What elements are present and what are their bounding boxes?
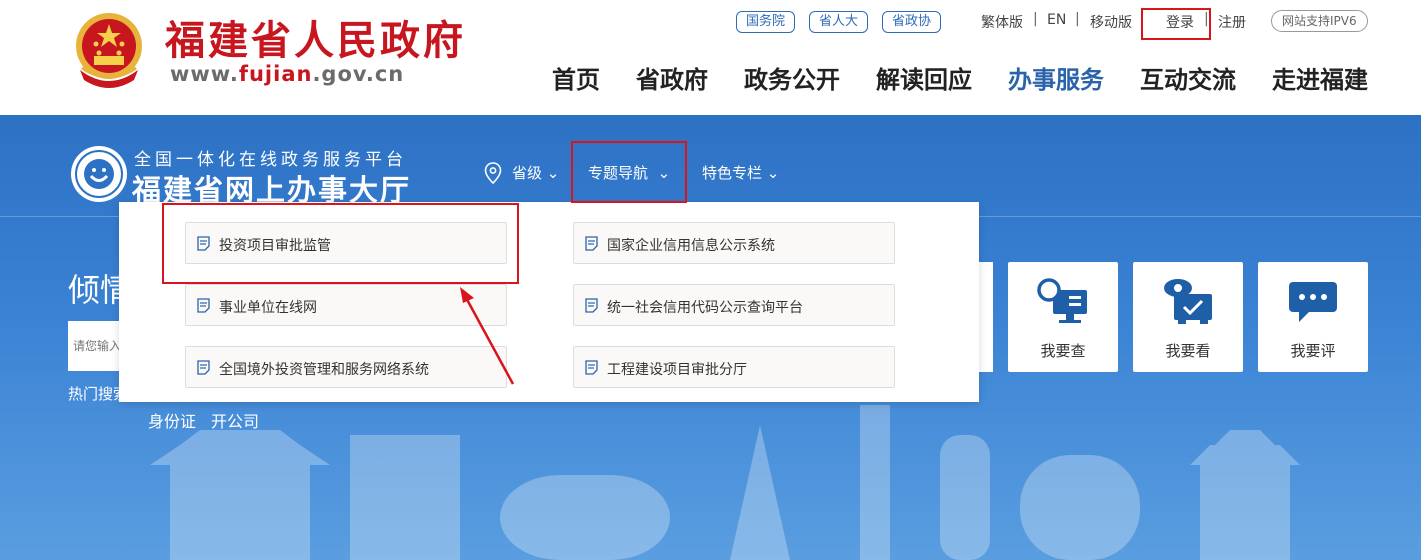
hot-search-label: 热门搜索 — [68, 385, 123, 403]
hot-link-open-company[interactable]: 开公司 — [211, 408, 259, 432]
dropdown-item-label: 全国境外投资管理和服务网络系统 — [219, 362, 429, 378]
nav-services[interactable]: 办事服务 — [1008, 60, 1104, 95]
dropdown-item-label: 统一社会信用代码公示查询平台 — [607, 300, 803, 316]
document-icon — [585, 236, 598, 251]
traditional-chinese-link[interactable]: 繁体版 — [981, 12, 1023, 32]
annotation-box-login — [1141, 8, 1211, 40]
location-pin-icon — [484, 162, 502, 184]
dropdown-item-construction-approval[interactable]: 工程建设项目审批分厅 — [573, 346, 895, 388]
document-icon — [197, 360, 210, 375]
province-level-dropdown[interactable]: 省级 ⌄ — [512, 162, 559, 183]
feature-column-dropdown[interactable]: 特色专栏 ⌄ — [702, 162, 779, 183]
document-icon — [585, 360, 598, 375]
mobile-link[interactable]: 移动版 — [1090, 12, 1132, 32]
nav-government-affairs[interactable]: 政务公开 — [744, 60, 840, 95]
dropdown-item-label: 国家企业信用信息公示系统 — [607, 238, 775, 254]
nav-about-fujian[interactable]: 走进福建 — [1272, 60, 1368, 95]
service-label-query: 我要查 — [1040, 342, 1086, 360]
tag-provincial-congress[interactable]: 省人大 — [809, 11, 869, 33]
province-level-label: 省级 — [512, 164, 543, 182]
dropdown-item-label: 事业单位在线网 — [219, 300, 317, 316]
chat-bubble-icon — [1289, 282, 1337, 322]
english-link[interactable]: EN — [1047, 12, 1066, 28]
chevron-down-icon: ⌄ — [546, 164, 560, 182]
url-highlight: fujian — [238, 62, 313, 86]
service-label-view: 我要看 — [1165, 342, 1211, 360]
nav-interpretation[interactable]: 解读回应 — [876, 60, 972, 95]
service-card-query[interactable]: 我要查 — [1008, 262, 1118, 372]
ipv6-badge[interactable]: 网站支持IPV6 — [1271, 10, 1368, 32]
tag-state-council[interactable]: 国务院 — [736, 11, 796, 33]
national-emblem-icon — [76, 13, 142, 88]
site-title[interactable]: 福建省人民政府 — [165, 8, 466, 66]
feature-column-label: 特色专栏 — [702, 164, 763, 182]
site-url: www.fujian.gov.cn — [170, 62, 404, 86]
url-suffix: .gov.cn — [312, 62, 405, 86]
service-card-view[interactable]: 我要看 — [1133, 262, 1243, 372]
chevron-down-icon: ⌄ — [766, 164, 780, 182]
dropdown-item-label: 工程建设项目审批分厅 — [607, 362, 747, 378]
nav-interaction[interactable]: 互动交流 — [1140, 60, 1236, 95]
dropdown-item-enterprise-credit[interactable]: 国家企业信用信息公示系统 — [573, 222, 895, 264]
document-icon — [197, 298, 210, 313]
separator: | — [1075, 11, 1080, 27]
online-hall-logo-icon[interactable] — [70, 145, 128, 203]
annotation-arrow-icon — [460, 287, 515, 385]
document-icon — [585, 298, 598, 313]
annotation-box-investment-item — [162, 203, 519, 284]
url-prefix: www. — [170, 62, 239, 86]
separator: | — [1033, 11, 1038, 27]
service-label-evaluate: 我要评 — [1290, 342, 1336, 360]
eye-check-icon — [1164, 279, 1212, 324]
hot-link-id-card[interactable]: 身份证 — [148, 408, 196, 432]
service-card-evaluate[interactable]: 我要评 — [1258, 262, 1368, 372]
register-link[interactable]: 注册 — [1218, 12, 1246, 32]
nav-home[interactable]: 首页 — [552, 60, 600, 95]
annotation-box-topic-nav — [571, 141, 687, 203]
tag-provincial-cppcc[interactable]: 省政协 — [882, 11, 942, 33]
dropdown-item-credit-code-query[interactable]: 统一社会信用代码公示查询平台 — [573, 284, 895, 326]
nav-provincial-government[interactable]: 省政府 — [636, 60, 708, 95]
search-monitor-icon — [1037, 278, 1087, 323]
service-card-partial[interactable] — [978, 262, 993, 372]
